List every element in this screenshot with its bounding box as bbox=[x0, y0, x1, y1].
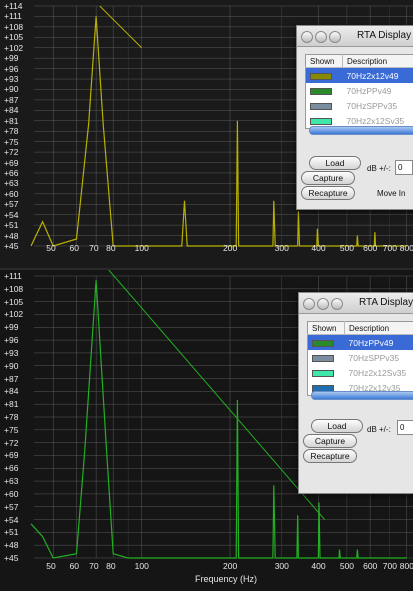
trace-shown-cell[interactable] bbox=[305, 67, 343, 83]
x-tick-label: 300 bbox=[274, 561, 289, 571]
x-tick-label: 600 bbox=[363, 561, 378, 571]
x-tick-label: 800 bbox=[399, 561, 413, 571]
trace-list: Shown Description 70HzPPv49 70HzSPPv35 70H… bbox=[307, 321, 413, 396]
trace-color-swatch bbox=[310, 117, 332, 125]
close-window-button[interactable] bbox=[303, 298, 315, 310]
rta-plot-bottom: +111 +108 +105 +102 +99 +96 +93 +90 +87 +84 +81 +78… bbox=[0, 270, 413, 591]
x-tick-label: 400 bbox=[311, 561, 326, 571]
dialog-title: RTA Display bbox=[357, 30, 412, 41]
trace-shown-cell[interactable] bbox=[308, 350, 345, 365]
dialog-title: RTA Display bbox=[359, 297, 413, 308]
rta-display-dialog: RTA Display Shown Description 70Hz2x12v4… bbox=[296, 25, 413, 210]
trace-row[interactable]: 70HzPPv49 bbox=[306, 83, 413, 98]
trace-row[interactable]: 70Hz2x12v49 bbox=[305, 67, 413, 83]
column-header-description[interactable]: Description bbox=[344, 321, 413, 335]
x-tick-label: 700 bbox=[382, 561, 397, 571]
x-tick-label: 50 bbox=[46, 561, 56, 571]
x-tick-label: 70 bbox=[89, 243, 99, 253]
x-tick-label: 60 bbox=[69, 561, 79, 571]
trace-shown-cell[interactable] bbox=[306, 98, 343, 113]
x-tick-label: 200 bbox=[223, 561, 238, 571]
x-axis-title: Frequency (Hz) bbox=[195, 574, 258, 584]
rta-plot-top: +114 +111 +108 +105 +102 +99 +96 +93 +90 +87 +84 +8… bbox=[0, 0, 413, 268]
db-offset-label: dB +/-: bbox=[367, 425, 391, 434]
load-button[interactable]: Load bbox=[311, 419, 363, 433]
trace-shown-cell[interactable] bbox=[306, 83, 343, 98]
dialog-titlebar: RTA Display bbox=[297, 26, 413, 47]
trace-color-swatch bbox=[312, 369, 334, 377]
zoom-window-button[interactable] bbox=[329, 31, 341, 43]
x-tick-label: 600 bbox=[363, 243, 378, 253]
trace-row[interactable]: 70Hz2x12Sv35 bbox=[308, 365, 413, 380]
trace-color-swatch bbox=[312, 354, 334, 362]
x-tick-label: 800 bbox=[399, 243, 413, 253]
trace-color-swatch bbox=[312, 339, 334, 347]
x-tick-label: 500 bbox=[339, 561, 355, 571]
minimize-window-button[interactable] bbox=[317, 298, 329, 310]
trace-shown-cell[interactable] bbox=[307, 334, 345, 350]
trace-row[interactable]: 70HzSPPv35 bbox=[308, 350, 413, 365]
db-offset-input[interactable]: 0 bbox=[395, 160, 413, 175]
x-tick-label: 400 bbox=[311, 243, 326, 253]
trace-description: 70HzSPPv35 bbox=[348, 352, 400, 363]
zoom-window-button[interactable] bbox=[331, 298, 343, 310]
x-tick-label: 300 bbox=[274, 243, 289, 253]
x-tick-label: 60 bbox=[69, 243, 79, 253]
column-header-description[interactable]: Description bbox=[342, 54, 413, 68]
trace-description: 70Hz2x12Sv35 bbox=[348, 367, 407, 378]
column-header-shown[interactable]: Shown bbox=[305, 54, 343, 68]
capture-button[interactable]: Capture bbox=[303, 434, 357, 448]
trace-description: 70HzSPPv35 bbox=[346, 100, 398, 111]
trace-shown-cell[interactable] bbox=[308, 365, 345, 380]
x-tick-label: 80 bbox=[106, 243, 116, 253]
minimize-window-button[interactable] bbox=[315, 31, 327, 43]
trace-color-swatch bbox=[310, 87, 332, 95]
trace-list: Shown Description 70Hz2x12v49 70HzPPv49 70… bbox=[305, 54, 413, 129]
x-tick-label: 80 bbox=[106, 561, 116, 571]
trace-description: 70HzPPv49 bbox=[344, 334, 413, 350]
x-tick-label: 700 bbox=[382, 243, 397, 253]
recapture-button[interactable]: Recapture bbox=[303, 449, 357, 463]
trace-row[interactable]: 70HzSPPv35 bbox=[306, 98, 413, 113]
close-window-button[interactable] bbox=[301, 31, 313, 43]
x-tick-label: 100 bbox=[134, 561, 149, 571]
db-offset-input[interactable]: 0 bbox=[397, 420, 413, 435]
x-tick-label: 70 bbox=[89, 561, 99, 571]
x-tick-label: 200 bbox=[223, 243, 238, 253]
trace-description: 70HzPPv49 bbox=[346, 85, 392, 96]
capture-button[interactable]: Capture bbox=[301, 171, 355, 185]
x-tick-label: 50 bbox=[46, 243, 56, 253]
trace-description: 70Hz2x12v49 bbox=[342, 67, 413, 83]
load-button[interactable]: Load bbox=[309, 156, 361, 170]
db-offset-label: dB +/-: bbox=[367, 164, 391, 173]
x-tick-label: 500 bbox=[339, 243, 355, 253]
trace-list-scrollbar[interactable] bbox=[311, 391, 413, 400]
trace-list-scrollbar[interactable] bbox=[309, 126, 413, 135]
column-header-shown[interactable]: Shown bbox=[307, 321, 345, 335]
x-tick-label: 100 bbox=[134, 243, 149, 253]
dialog-titlebar: RTA Display bbox=[299, 293, 413, 314]
recapture-button[interactable]: Recapture bbox=[301, 186, 355, 200]
trace-color-swatch bbox=[310, 72, 332, 80]
reference-slope-line bbox=[108, 270, 325, 520]
move-in-label: Move In bbox=[377, 189, 406, 198]
rta-display-dialog: RTA Display Shown Description 70HzPPv49 7… bbox=[298, 292, 413, 494]
trace-color-swatch bbox=[310, 102, 332, 110]
trace-row[interactable]: 70HzPPv49 bbox=[307, 334, 413, 350]
